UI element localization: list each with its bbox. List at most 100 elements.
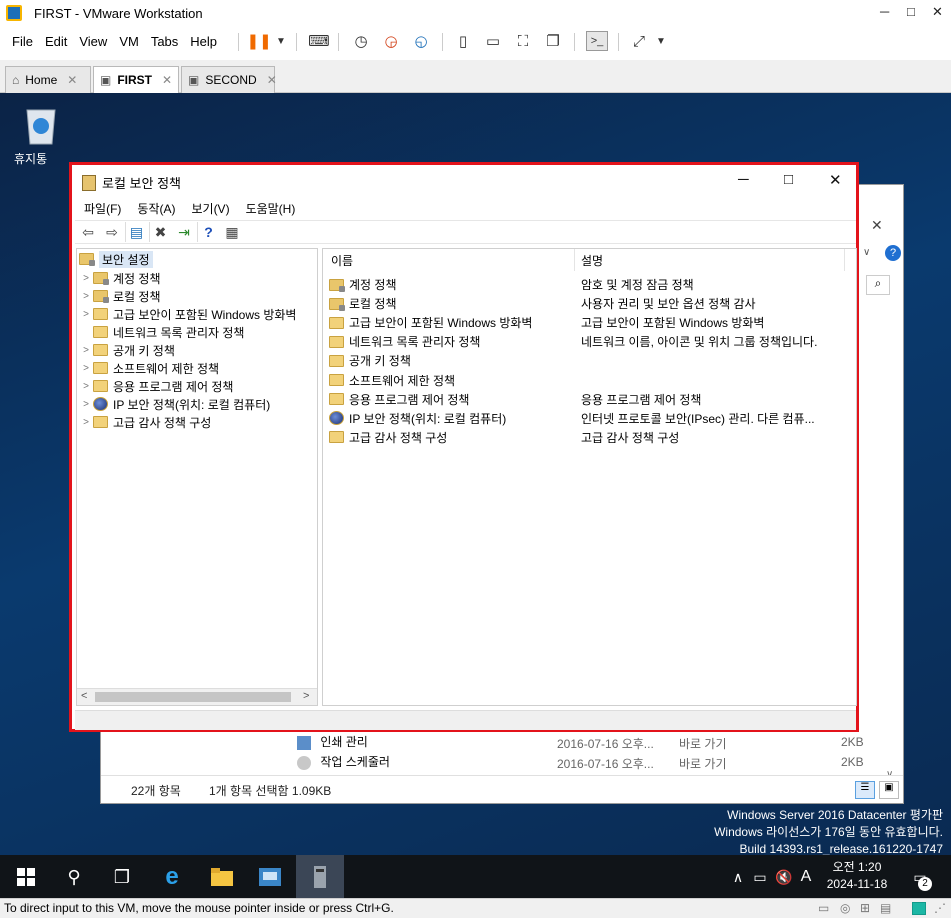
usb-icon[interactable]: ▤ bbox=[880, 901, 891, 915]
help-icon[interactable]: ? bbox=[885, 245, 901, 261]
policy-row[interactable]: 고급 보안이 포함된 Windows 방화벽 bbox=[329, 313, 532, 332]
policy-row[interactable]: IP 보안 정책(위치: 로컬 컴퓨터) bbox=[329, 409, 506, 428]
tree-node[interactable]: > 고급 보안이 포함된 Windows 방화벽 bbox=[79, 305, 296, 323]
menu-help[interactable]: 도움말(H) bbox=[246, 200, 296, 217]
scroll-right-icon[interactable]: > bbox=[303, 690, 309, 702]
revert-snapshot-icon[interactable]: ◶ bbox=[380, 31, 402, 51]
menu-help[interactable]: Help bbox=[190, 34, 217, 49]
close-icon[interactable]: ✕ bbox=[871, 217, 883, 234]
tree-node[interactable]: > 계정 정책 bbox=[79, 269, 160, 287]
maximize-button[interactable]: □ bbox=[784, 171, 793, 188]
tree-horizontal-scrollbar[interactable]: < > bbox=[77, 688, 317, 705]
tree-node[interactable]: > 로컬 정책 bbox=[79, 287, 160, 305]
file-row[interactable]: 인쇄 관리 bbox=[297, 733, 368, 750]
tree-root-security-settings[interactable]: 보안 설정 bbox=[79, 250, 153, 268]
snapshot-manager-icon[interactable]: ◵ bbox=[410, 31, 432, 51]
close-tab-icon[interactable]: ✕ bbox=[267, 73, 277, 87]
delete-icon[interactable]: ✖ bbox=[149, 222, 171, 242]
start-windows-icon[interactable] bbox=[10, 861, 42, 893]
menu-file[interactable]: 파일(F) bbox=[84, 200, 121, 217]
menu-view[interactable]: View bbox=[79, 34, 107, 49]
policy-row[interactable]: 응용 프로그램 제어 정책 bbox=[329, 390, 469, 409]
minimize-button[interactable]: ─ bbox=[880, 4, 889, 19]
tab-second[interactable]: ▣ SECOND ✕ bbox=[181, 66, 277, 93]
internet-explorer-icon[interactable]: e bbox=[156, 861, 188, 893]
export-list-icon[interactable]: ⇥ bbox=[173, 222, 195, 242]
menu-edit[interactable]: Edit bbox=[45, 34, 67, 49]
column-header-description[interactable]: 설명 bbox=[575, 249, 845, 271]
maximize-button[interactable]: □ bbox=[907, 4, 915, 19]
file-explorer-icon[interactable] bbox=[206, 861, 238, 893]
expand-chevron-icon[interactable]: > bbox=[79, 363, 93, 374]
local-security-policy-taskbar-icon[interactable] bbox=[296, 855, 344, 898]
unity-icon[interactable]: ❐ bbox=[542, 31, 564, 51]
tree-node[interactable]: 네트워크 목록 관리자 정책 bbox=[79, 323, 244, 341]
back-icon[interactable]: ⇦ bbox=[77, 222, 99, 242]
menu-vm[interactable]: VM bbox=[119, 34, 139, 49]
policy-row[interactable]: 공개 키 정책 bbox=[329, 351, 411, 370]
vmware-status-bar: To direct input to this VM, move the mou… bbox=[0, 898, 951, 918]
properties-icon[interactable]: ▦ bbox=[221, 222, 243, 242]
tab-first[interactable]: ▣ FIRST ✕ bbox=[93, 66, 179, 93]
tree-node[interactable]: > 공개 키 정책 bbox=[79, 341, 175, 359]
scroll-thumb[interactable] bbox=[95, 692, 291, 702]
close-button[interactable]: ✕ bbox=[829, 171, 842, 189]
network-adapter-icon[interactable]: ⊞ bbox=[860, 901, 870, 915]
help-icon[interactable]: ? bbox=[197, 222, 219, 242]
task-view-icon[interactable]: ❐ bbox=[106, 861, 138, 893]
taskbar-clock[interactable]: 오전 1:20 2024-11-18 bbox=[818, 859, 896, 893]
tree-node[interactable]: > 고급 감사 정책 구성 bbox=[79, 413, 211, 431]
tree-node[interactable]: > IP 보안 정책(위치: 로컬 컴퓨터) bbox=[79, 395, 270, 413]
tree-node[interactable]: > 응용 프로그램 제어 정책 bbox=[79, 377, 233, 395]
menu-view[interactable]: 보기(V) bbox=[191, 200, 229, 217]
policy-row[interactable]: 네트워크 목록 관리자 정책 bbox=[329, 332, 480, 351]
policy-row[interactable]: 고급 감사 정책 구성 bbox=[329, 428, 447, 447]
scroll-left-icon[interactable]: < bbox=[81, 690, 87, 702]
forward-icon[interactable]: ⇨ bbox=[101, 222, 123, 242]
cd-rom-icon[interactable]: ◎ bbox=[840, 901, 850, 915]
close-button[interactable]: ✕ bbox=[932, 4, 943, 20]
local-security-policy-window[interactable]: 로컬 보안 정책 ─ □ ✕ 파일(F) 동작(A) 보기(V) 도움말(H) … bbox=[69, 162, 859, 732]
policy-row[interactable]: 계정 정책 bbox=[329, 275, 397, 294]
show-hide-tree-icon[interactable]: ▤ bbox=[125, 222, 147, 242]
send-ctrl-alt-del-icon[interactable]: ⌨ bbox=[308, 31, 330, 51]
toolbar-divider bbox=[338, 33, 339, 51]
expand-chevron-icon[interactable]: > bbox=[79, 291, 93, 302]
minimize-button[interactable]: ─ bbox=[738, 171, 749, 188]
details-view-icon[interactable]: ☰ bbox=[855, 781, 875, 799]
chevron-down-icon[interactable]: ▼ bbox=[270, 31, 292, 51]
full-screen-icon[interactable]: ⛶ bbox=[512, 31, 534, 51]
tab-home[interactable]: ⌂ Home ✕ bbox=[5, 66, 91, 93]
stretch-guest-icon[interactable]: ⤢ bbox=[628, 31, 650, 51]
column-header-name[interactable]: 이름 bbox=[323, 249, 575, 271]
tree-node[interactable]: > 소프트웨어 제한 정책 bbox=[79, 359, 219, 377]
menu-action[interactable]: 동작(A) bbox=[137, 200, 175, 217]
hard-disk-icon[interactable]: ▭ bbox=[818, 901, 829, 915]
chevron-down-icon[interactable]: ▼ bbox=[650, 31, 672, 51]
snapshot-icon[interactable]: ◷ bbox=[350, 31, 372, 51]
close-tab-icon[interactable]: ✕ bbox=[67, 73, 77, 87]
search-icon[interactable]: ⚲ bbox=[58, 861, 90, 893]
message-log-icon[interactable] bbox=[912, 902, 926, 915]
menu-file[interactable]: File bbox=[12, 34, 33, 49]
policy-row[interactable]: 로컬 정책 bbox=[329, 294, 397, 313]
recycle-bin-icon[interactable] bbox=[20, 104, 62, 146]
expand-chevron-icon[interactable]: > bbox=[79, 417, 93, 428]
expand-chevron-icon[interactable]: > bbox=[79, 399, 93, 410]
expand-chevron-icon[interactable]: > bbox=[79, 345, 93, 356]
server-manager-icon[interactable] bbox=[254, 861, 286, 893]
chevron-down-icon[interactable]: ∨ bbox=[863, 247, 870, 258]
expand-chevron-icon[interactable]: > bbox=[79, 381, 93, 392]
expand-chevron-icon[interactable]: > bbox=[79, 309, 93, 320]
pause-icon[interactable]: ❚❚ bbox=[246, 31, 271, 51]
menu-tabs[interactable]: Tabs bbox=[151, 34, 178, 49]
file-row[interactable]: 작업 스케줄러 bbox=[297, 753, 390, 770]
console-view-icon[interactable]: >_ bbox=[586, 31, 608, 51]
search-icon[interactable]: ⌕ bbox=[866, 275, 890, 295]
policy-row[interactable]: 소프트웨어 제한 정책 bbox=[329, 371, 455, 390]
close-tab-icon[interactable]: ✕ bbox=[162, 73, 172, 87]
sidebar-toggle-icon[interactable]: ▯ bbox=[452, 31, 474, 51]
thumbnail-bar-icon[interactable]: ▭ bbox=[482, 31, 504, 51]
expand-chevron-icon[interactable]: > bbox=[79, 273, 93, 284]
large-icons-view-icon[interactable]: ▣ bbox=[879, 781, 899, 799]
